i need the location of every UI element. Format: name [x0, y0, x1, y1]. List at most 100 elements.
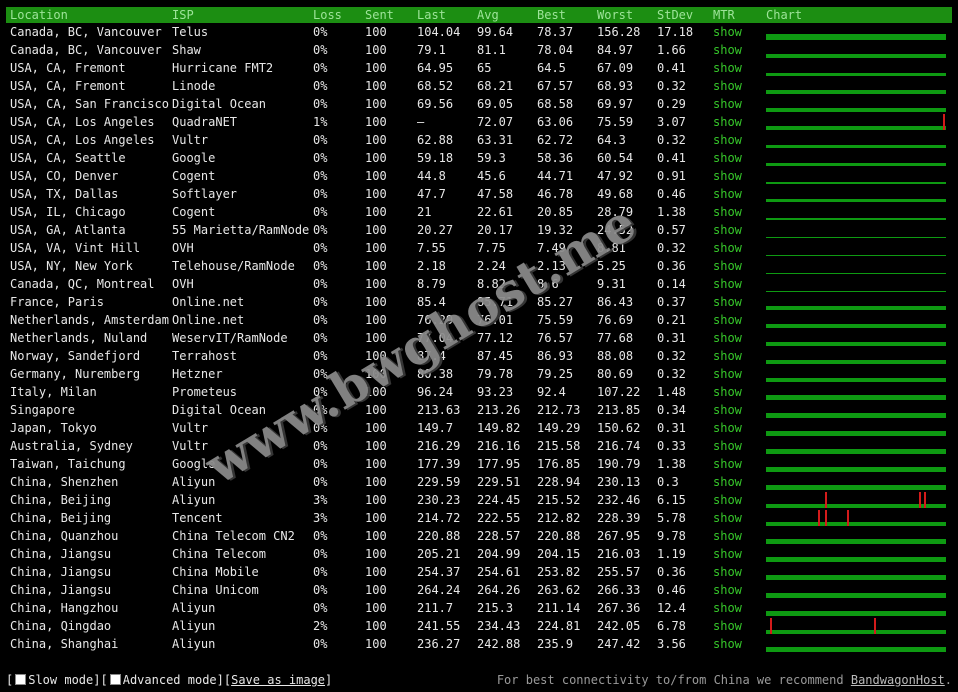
mtr-show-link[interactable]: show [713, 329, 766, 347]
table-row: China, Jiangsu China Mobile 0% 100 254.37 254… [6, 563, 952, 581]
advanced-mode-label[interactable]: Advanced mode [123, 673, 217, 687]
advanced-mode-checkbox[interactable] [109, 674, 121, 685]
cell-worst: 255.57 [597, 565, 641, 579]
latency-chart [766, 95, 952, 113]
latency-chart [766, 113, 952, 131]
table-row: China, Jiangsu China Telecom 0% 100 205.21 20… [6, 545, 952, 563]
cell-loss: 0% [313, 601, 328, 615]
cell-stdev: 0.46 [657, 187, 686, 201]
cell-best: 76.57 [537, 331, 574, 345]
mtr-show-link[interactable]: show [713, 617, 766, 635]
mtr-show-link[interactable]: show [713, 563, 766, 581]
cell-worst: 247.42 [597, 637, 641, 651]
cell-best: 8.6 [537, 277, 559, 291]
cell-location: China, Shanghai [10, 637, 119, 651]
mtr-show-link[interactable]: show [713, 239, 766, 257]
mtr-show-link[interactable]: show [713, 185, 766, 203]
cell-sent: 100 [365, 277, 387, 291]
mtr-show-link[interactable]: show [713, 527, 766, 545]
results-table: Location ISP Loss Sent Last Avg Best Wor… [6, 7, 952, 653]
mtr-show-link[interactable]: show [713, 59, 766, 77]
mtr-show-link[interactable]: show [713, 113, 766, 131]
slow-mode-label[interactable]: Slow mode [28, 673, 93, 687]
cell-best: 7.49 [537, 241, 566, 255]
chart-bar [766, 647, 946, 652]
mtr-show-link[interactable]: show [713, 257, 766, 275]
mtr-show-link[interactable]: show [713, 599, 766, 617]
mtr-show-link[interactable]: show [713, 95, 766, 113]
table-body: Canada, BC, Vancouver Telus 0% 100 104.04 99.… [6, 23, 952, 653]
mtr-show-link[interactable]: show [713, 581, 766, 599]
mtr-show-link[interactable]: show [713, 347, 766, 365]
cell-worst: 88.08 [597, 349, 634, 363]
mtr-show-link[interactable]: show [713, 131, 766, 149]
chart-bar [766, 324, 946, 328]
slow-mode-checkbox[interactable] [15, 674, 27, 685]
packet-loss-spike [919, 492, 921, 508]
cell-loss: 2% [313, 619, 328, 633]
latency-chart [766, 527, 952, 545]
mtr-show-link[interactable]: show [713, 149, 766, 167]
cell-isp: Google [172, 151, 216, 165]
mtr-show-link[interactable]: show [713, 473, 766, 491]
mtr-show-link[interactable]: show [713, 41, 766, 59]
cell-location: Japan, Tokyo [10, 421, 97, 435]
save-as-image-link[interactable]: Save as image [231, 673, 325, 687]
mtr-show-link[interactable]: show [713, 221, 766, 239]
cell-stdev: 0.41 [657, 61, 686, 75]
cell-stdev: 0.32 [657, 133, 686, 147]
mtr-show-link[interactable]: show [713, 545, 766, 563]
cell-last: 44.8 [417, 169, 446, 183]
mtr-show-link[interactable]: show [713, 365, 766, 383]
bandwagonhost-link[interactable]: BandwagonHost [851, 673, 945, 687]
mtr-show-link[interactable]: show [713, 437, 766, 455]
cell-sent: 100 [365, 205, 387, 219]
cell-location: USA, CA, Los Angeles [10, 133, 155, 147]
cell-isp: Linode [172, 79, 216, 93]
table-row: USA, GA, Atlanta 55 Marietta/RamNode 0% 100… [6, 221, 952, 239]
cell-best: 149.29 [537, 421, 581, 435]
cell-loss: 0% [313, 367, 328, 381]
cell-worst: 232.46 [597, 493, 641, 507]
mtr-show-link[interactable]: show [713, 455, 766, 473]
latency-chart [766, 77, 952, 95]
cell-avg: 93.23 [477, 385, 514, 399]
mtr-show-link[interactable]: show [713, 509, 766, 527]
table-row: Canada, BC, Vancouver Shaw 0% 100 79.1 81.1 78… [6, 41, 952, 59]
cell-loss: 0% [313, 79, 328, 93]
mtr-show-link[interactable]: show [713, 203, 766, 221]
mtr-show-link[interactable]: show [713, 23, 766, 41]
cell-location: China, Qingdao [10, 619, 112, 633]
cell-sent: 100 [365, 187, 387, 201]
latency-chart [766, 149, 952, 167]
cell-isp: China Telecom [172, 547, 266, 561]
chart-bar [766, 522, 946, 526]
mtr-show-link[interactable]: show [713, 635, 766, 653]
cell-location: Canada, BC, Vancouver [10, 43, 162, 57]
cell-last: 64.95 [417, 61, 454, 75]
cell-best: 263.62 [537, 583, 581, 597]
cell-loss: 3% [313, 493, 328, 507]
cell-loss: 0% [313, 223, 328, 237]
col-last: Last [417, 8, 446, 22]
col-sent: Sent [365, 8, 394, 22]
mtr-show-link[interactable]: show [713, 419, 766, 437]
mtr-show-link[interactable]: show [713, 401, 766, 419]
mtr-show-link[interactable]: show [713, 311, 766, 329]
mtr-show-link[interactable]: show [713, 77, 766, 95]
mtr-show-link[interactable]: show [713, 491, 766, 509]
mtr-show-link[interactable]: show [713, 167, 766, 185]
cell-stdev: 0.31 [657, 331, 686, 345]
cell-location: China, Quanzhou [10, 529, 119, 543]
cell-last: 59.18 [417, 151, 454, 165]
mtr-show-link[interactable]: show [713, 383, 766, 401]
mtr-show-link[interactable]: show [713, 275, 766, 293]
cell-avg: 45.6 [477, 169, 506, 183]
cell-stdev: 0.32 [657, 241, 686, 255]
cell-stdev: 0.29 [657, 97, 686, 111]
mtr-show-link[interactable]: show [713, 293, 766, 311]
cell-isp: Hetzner [172, 367, 223, 381]
cell-last: 96.24 [417, 385, 454, 399]
latency-chart [766, 473, 952, 491]
cell-sent: 100 [365, 565, 387, 579]
